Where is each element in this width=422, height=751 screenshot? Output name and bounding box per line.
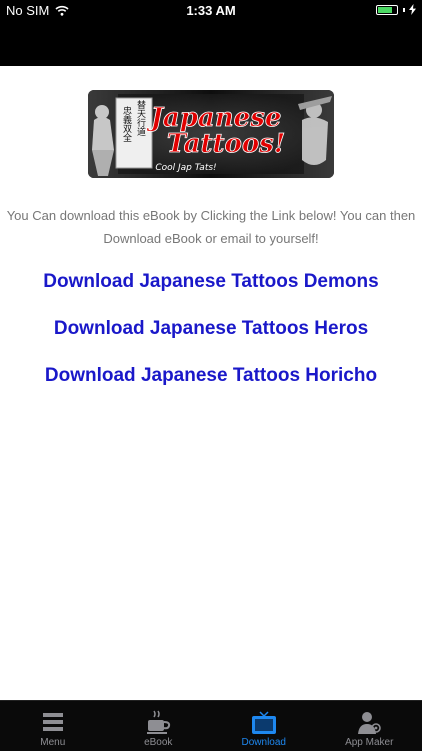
tab-bar: Menu eBook Download App Maker xyxy=(0,700,422,751)
tv-icon xyxy=(251,709,277,735)
intro-line-1: You Can download this eBook by Clicking … xyxy=(0,204,422,227)
tab-menu-label: Menu xyxy=(0,737,106,748)
battery-level xyxy=(378,7,392,13)
intro-line-2: Download eBook or email to yourself! xyxy=(0,227,422,250)
banner-artwork: 替天行道 忠義双全 Japanese Tattoos! Cool Jap Tat… xyxy=(88,90,334,178)
banner-image: 替天行道 忠義双全 Japanese Tattoos! Cool Jap Tat… xyxy=(88,90,334,178)
status-right xyxy=(376,4,416,15)
menu-icon xyxy=(40,709,66,735)
banner-kanji-right: 替天行道 xyxy=(136,99,146,137)
status-bar: No SIM 1:33 AM xyxy=(0,0,422,22)
tab-app-maker[interactable]: App Maker xyxy=(317,701,422,751)
tab-download-label: Download xyxy=(211,737,317,748)
download-link-horicho[interactable]: Download Japanese Tattoos Horicho xyxy=(0,365,422,387)
banner-tagline: Cool Jap Tats! xyxy=(155,163,216,173)
main-content: 替天行道 忠義双全 Japanese Tattoos! Cool Jap Tat… xyxy=(0,66,422,700)
download-link-demons[interactable]: Download Japanese Tattoos Demons xyxy=(0,271,422,293)
tab-menu[interactable]: Menu xyxy=(0,701,106,751)
status-time: 1:33 AM xyxy=(0,3,422,18)
banner-title-line2: Tattoos! xyxy=(167,129,285,159)
banner-kanji-left: 忠義双全 xyxy=(122,106,132,142)
charging-bolt-icon xyxy=(409,4,416,15)
battery-cap xyxy=(403,8,405,12)
tab-app-maker-label: App Maker xyxy=(317,737,422,748)
tab-ebook[interactable]: eBook xyxy=(106,701,212,751)
tab-download[interactable]: Download xyxy=(211,701,317,751)
tab-ebook-label: eBook xyxy=(106,737,212,748)
coffee-cup-icon xyxy=(145,709,171,735)
navigation-bar xyxy=(0,22,422,66)
user-icon xyxy=(356,709,382,735)
battery-icon xyxy=(376,5,398,15)
download-link-heros[interactable]: Download Japanese Tattoos Heros xyxy=(0,318,422,340)
intro-text: You Can download this eBook by Clicking … xyxy=(0,204,422,250)
